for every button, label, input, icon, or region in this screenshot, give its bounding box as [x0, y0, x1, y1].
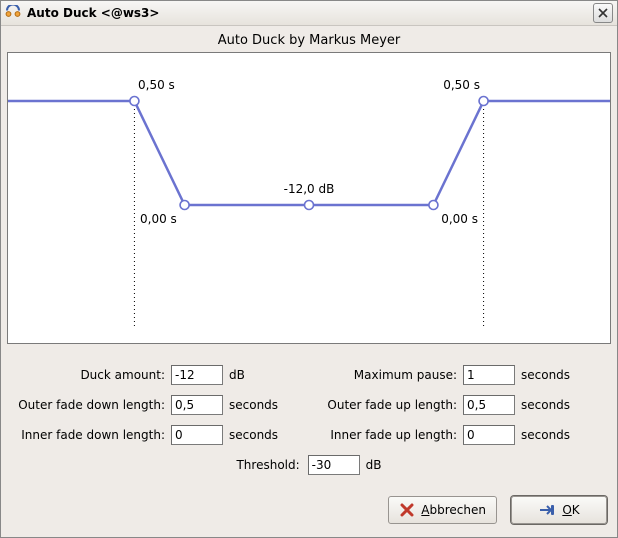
- graph-label-outer-down: 0,50 s: [138, 78, 175, 92]
- max-pause-label: Maximum pause:: [309, 368, 463, 382]
- duck-amount-unit: dB: [223, 368, 287, 382]
- cancel-icon: [399, 502, 415, 518]
- ok-button[interactable]: OK: [511, 496, 607, 524]
- inner-fade-up-unit: seconds: [515, 428, 579, 442]
- ok-button-mnemonic: O: [562, 503, 571, 517]
- inner-fade-down-unit: seconds: [223, 428, 287, 442]
- envelope-graph[interactable]: 0,50 s 0,50 s 0,00 s 0,00 s -12,0 dB: [7, 52, 611, 344]
- cancel-button[interactable]: Abbrechen: [388, 496, 497, 524]
- cancel-button-mnemonic: A: [421, 503, 429, 517]
- outer-fade-down-input[interactable]: [171, 395, 223, 415]
- dialog-heading: Auto Duck by Markus Meyer: [7, 31, 611, 52]
- dialog-body: Auto Duck by Markus Meyer 0,50 s 0,50 s …: [7, 31, 611, 531]
- window-close-button[interactable]: [593, 3, 613, 23]
- close-icon: [598, 8, 608, 18]
- threshold-label: Threshold:: [236, 458, 307, 472]
- inner-fade-up-input[interactable]: [463, 425, 515, 445]
- titlebar: Auto Duck <@ws3>: [1, 1, 617, 26]
- dialog-window: Auto Duck <@ws3> Auto Duck by Markus Mey…: [0, 0, 618, 538]
- dialog-buttons: Abbrechen OK: [7, 496, 611, 524]
- inner-fade-up-label: Inner fade up length:: [309, 428, 463, 442]
- outer-fade-up-input[interactable]: [463, 395, 515, 415]
- app-icon: [5, 5, 21, 21]
- inner-fade-down-label: Inner fade down length:: [7, 428, 171, 442]
- graph-label-outer-up: 0,50 s: [443, 78, 480, 92]
- max-pause-unit: seconds: [515, 368, 579, 382]
- graph-label-inner-down: 0,00 s: [140, 212, 177, 226]
- graph-label-duck: -12,0 dB: [284, 182, 335, 196]
- window-title: Auto Duck <@ws3>: [27, 6, 159, 20]
- outer-fade-down-label: Outer fade down length:: [7, 398, 171, 412]
- threshold-input[interactable]: [308, 455, 360, 475]
- graph-label-inner-up: 0,00 s: [441, 212, 478, 226]
- duck-amount-label: Duck amount:: [7, 368, 171, 382]
- inner-fade-down-input[interactable]: [171, 425, 223, 445]
- max-pause-input[interactable]: [463, 365, 515, 385]
- ok-button-rest: K: [572, 503, 580, 517]
- ok-icon: [538, 503, 556, 517]
- envelope-graph-svg: [8, 53, 610, 343]
- parameters-form: Duck amount: dB Maximum pause: seconds O…: [7, 350, 611, 524]
- duck-amount-input[interactable]: [171, 365, 223, 385]
- outer-fade-up-label: Outer fade up length:: [309, 398, 463, 412]
- threshold-unit: dB: [360, 458, 382, 472]
- outer-fade-down-unit: seconds: [223, 398, 287, 412]
- outer-fade-up-unit: seconds: [515, 398, 579, 412]
- cancel-button-rest: bbrechen: [430, 503, 486, 517]
